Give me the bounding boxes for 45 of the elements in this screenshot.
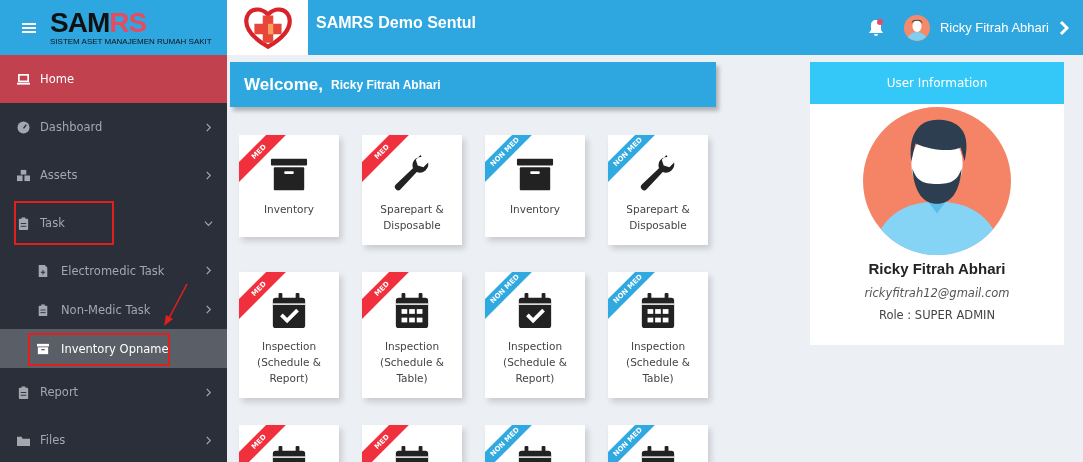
chevron-down-icon [204, 218, 213, 228]
tile-label: Inventory [509, 202, 561, 217]
chevron-right-icon [204, 305, 213, 314]
avatar-icon[interactable] [903, 14, 930, 41]
notification-bell-icon[interactable] [867, 18, 884, 37]
tile-label: Inspection (Schedule & Report) [503, 339, 567, 386]
file-icon [37, 264, 49, 277]
chevron-right-icon [204, 387, 213, 397]
cubes-icon [17, 168, 30, 182]
sidebar-subitem[interactable]: Inventory Opname [0, 329, 227, 368]
chevron-right-icon[interactable] [1059, 19, 1069, 36]
clipboard-icon [17, 216, 30, 230]
sidebar-item[interactable]: Task [0, 199, 227, 247]
tile-label: Inspection (Schedule & Table) [626, 339, 690, 386]
chevron-right-icon [204, 435, 213, 445]
card-header: User Information [810, 62, 1064, 104]
clipboard-icon [37, 303, 49, 316]
tile-label: Inventory [263, 202, 315, 217]
chevron-right-icon [204, 122, 213, 132]
sidebar-item[interactable]: Home [0, 55, 227, 103]
annotation-arrow [163, 283, 189, 327]
sidebar-item[interactable]: Assets [0, 151, 227, 199]
tile-label: Inspection (Schedule & Table) [380, 339, 444, 386]
sidebar-item[interactable]: Dashboard [0, 103, 227, 151]
sidebar-subitem[interactable]: Electromedic Task [0, 251, 227, 290]
logo[interactable]: SAMRS SISTEM ASET MANAJEMEN RUMAH SAKIT [50, 9, 212, 46]
sidebar-subitem[interactable]: Non-Medic Task [0, 290, 227, 329]
chevron-right-icon [204, 266, 213, 275]
sidebar-item[interactable]: Report [0, 368, 227, 416]
welcome-greeting: Welcome, [244, 74, 324, 95]
tile-label: Inspection (Schedule & Report) [257, 339, 321, 386]
menu-icon[interactable] [22, 21, 36, 34]
app-title: SAMRS Demo Sentul [316, 13, 476, 32]
user-email: rickyfitrah12@gmail.com [864, 286, 1010, 300]
tile-label: Sparepart & Disposable [626, 202, 690, 233]
archive-icon [37, 342, 49, 355]
clipboard-icon [17, 385, 30, 399]
welcome-name: Ricky Fitrah Abhari [331, 77, 441, 92]
laptop-icon [17, 72, 30, 86]
user-role: Role : SUPER ADMIN [878, 308, 996, 322]
user-full-name: Ricky Fitrah Abhari [868, 260, 1006, 277]
gauge-icon [17, 120, 30, 134]
tile-label: Sparepart & Disposable [380, 202, 444, 233]
sidebar-item[interactable]: Files [0, 416, 227, 462]
chevron-right-icon [204, 170, 213, 180]
